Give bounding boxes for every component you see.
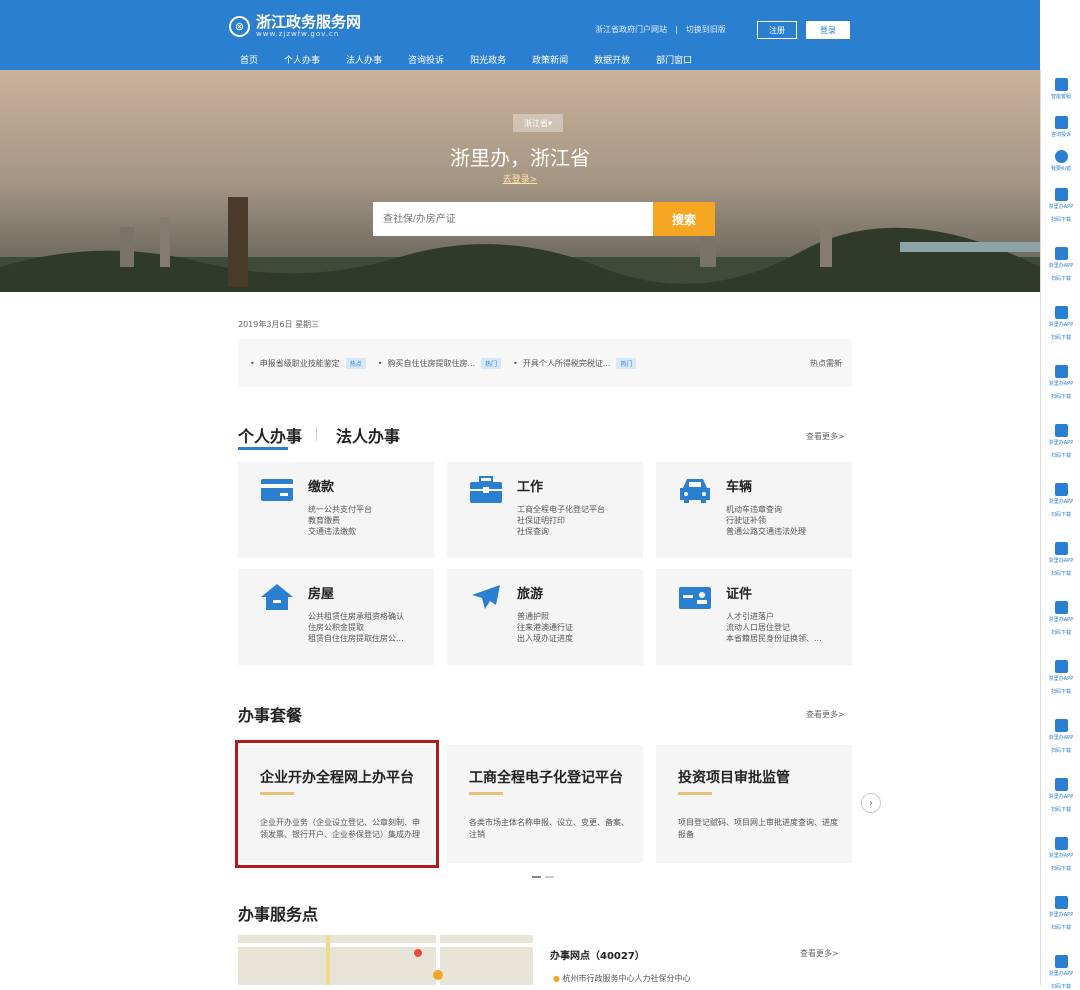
service-card-work[interactable]: 工作 工商全程电子化登记平台 社保证明打印 社保查询: [447, 462, 643, 558]
hero-login-link[interactable]: 去登录>: [0, 172, 1040, 185]
hot-item[interactable]: • 申报省级职业技能鉴定 热点: [250, 357, 366, 369]
service-card-id[interactable]: 证件 人才引进落户 流动人口居住登记 本省籍居民身份证换领、...: [656, 569, 852, 665]
site-logo[interactable]: ⊗ 浙江政务服务网 www.zjzwfw.gov.cn: [229, 14, 361, 38]
service-card-house[interactable]: 房屋 公共租赁住房承租资格确认 住房公积金提取 租赁自住住房提取住房公...: [238, 569, 434, 665]
phone-icon: [1054, 601, 1068, 614]
phone-icon: [1054, 188, 1068, 201]
phone-icon: [1054, 306, 1068, 319]
id-card-icon: [679, 587, 711, 609]
hot-news-link[interactable]: 热点需新: [810, 358, 842, 369]
phone-icon: [1054, 660, 1068, 673]
search-button[interactable]: 搜索: [653, 202, 715, 236]
car-icon: [680, 479, 710, 503]
phone-icon: [1054, 896, 1068, 909]
hero-title: 浙里办，浙江省: [450, 146, 590, 170]
carousel-next-icon[interactable]: ›: [861, 793, 881, 813]
phone-icon: [1054, 424, 1068, 437]
phone-icon: [1054, 365, 1068, 378]
card-payment-icon: [261, 479, 293, 501]
hot-topics-bar: • 申报省级职业技能鉴定 热点 • 购买自住住房提取住房... 热门 • 开具个人所得税完…: [238, 339, 852, 387]
rail-app-download[interactable]: 浙里办APP 扫码下载: [1041, 424, 1080, 459]
packages-more-link[interactable]: 查看更多>: [806, 709, 845, 720]
hot-tag: 热门: [616, 357, 637, 369]
outlets-title: 办事网点（40027）: [550, 951, 645, 962]
rail-correction[interactable]: 我要纠错: [1041, 150, 1080, 172]
rail-app-download[interactable]: 浙里办APP 扫码下载: [1041, 719, 1080, 754]
rail-app-download[interactable]: 浙里办APP 扫码下载: [1041, 837, 1080, 872]
rail-app-download[interactable]: 浙里办APP 扫码下载: [1041, 188, 1080, 223]
service-points-title: 办事服务点: [238, 905, 319, 924]
alert-icon: [1054, 150, 1068, 163]
highlight-box: [235, 740, 439, 868]
package-card[interactable]: 工商全程电子化登记平台 各类市场主体名称申报、设立、变更、备案、注销: [447, 745, 643, 863]
tab-personal[interactable]: 个人办事: [238, 423, 302, 447]
tab-legal[interactable]: 法人办事: [336, 423, 400, 447]
outlets-more-link[interactable]: 查看更多>: [800, 948, 839, 959]
service-card-payment[interactable]: 缴款 统一公共支付平台 教育缴费 交通违法缴款: [238, 462, 434, 558]
services-more-link[interactable]: 查看更多>: [806, 431, 845, 442]
province-selector[interactable]: 浙江省▾: [513, 114, 563, 132]
chat-icon: [1054, 78, 1068, 91]
airplane-icon: [472, 585, 500, 609]
rail-app-download[interactable]: 浙里办APP 扫码下载: [1041, 542, 1080, 577]
hero-banner: 浙江省▾ 浙里办，浙江省 去登录> 搜索: [0, 70, 1040, 292]
service-card-vehicle[interactable]: 车辆 机动车违章查询 行驶证补领 普通公路交通违法处理: [656, 462, 852, 558]
hot-tag: 热点: [345, 357, 366, 369]
phone-icon: [1054, 483, 1068, 496]
package-card[interactable]: 投资项目审批监管 项目登记赋码、项目网上审批进度查询、进度报备: [656, 745, 852, 863]
packages-title: 办事套餐: [238, 706, 303, 725]
old-version-link[interactable]: 切换到旧版: [686, 24, 726, 35]
rail-app-download[interactable]: 浙里办APP 扫码下载: [1041, 306, 1080, 341]
tab-underline: [238, 447, 288, 450]
portal-link[interactable]: 浙江省政府门户网站: [595, 24, 667, 35]
service-map[interactable]: [238, 935, 533, 985]
current-date: 2019年3月6日 星期三: [238, 320, 320, 329]
logo-title: 浙江政务服务网: [256, 13, 362, 31]
top-header: ⊗ 浙江政务服务网 www.zjzwfw.gov.cn 浙江省政府门户网站 | …: [0, 0, 1040, 72]
phone-icon: [1054, 955, 1068, 968]
phone-icon: [1054, 719, 1068, 732]
separator: |: [675, 25, 678, 34]
mail-icon: [1054, 116, 1068, 129]
tab-divider: [316, 427, 317, 441]
rail-app-download[interactable]: 浙里办APP 扫码下载: [1041, 601, 1080, 636]
outlet-item[interactable]: ● 杭州市行政服务中心人力社保分中心: [553, 973, 691, 984]
carousel-dots: [532, 876, 554, 878]
service-card-travel[interactable]: 旅游 普通护照 往来港澳通行证 出入境办证进度: [447, 569, 643, 665]
rail-smart-service[interactable]: 智能客服: [1041, 78, 1080, 100]
briefcase-icon: [470, 476, 502, 503]
right-sidebar: 智能客服 咨询投诉 我要纠错 浙里办APP 扫码下载 浙里办APP 扫码下载 浙里办AP…: [1040, 70, 1080, 990]
rail-complaint[interactable]: 咨询投诉: [1041, 116, 1080, 138]
rail-app-download[interactable]: 浙里办APP 扫码下载: [1041, 247, 1080, 282]
hot-item[interactable]: • 开具个人所得税完税证... 热门: [513, 357, 637, 369]
location-pin-icon: ●: [553, 974, 560, 983]
login-button[interactable]: 登录: [806, 21, 850, 39]
phone-icon: [1054, 247, 1068, 260]
house-icon: [261, 584, 293, 610]
rail-app-download[interactable]: 浙里办APP 扫码下载: [1041, 365, 1080, 400]
logo-icon: ⊗: [229, 15, 250, 37]
rail-app-download[interactable]: 浙里办APP 扫码下载: [1041, 896, 1080, 931]
register-button[interactable]: 注册: [757, 21, 797, 39]
rail-app-download[interactable]: 浙里办APP 扫码下载: [1041, 660, 1080, 695]
hot-item[interactable]: • 购买自住住房提取住房... 热门: [378, 357, 502, 369]
phone-icon: [1054, 542, 1068, 555]
logo-subtitle: www.zjzwfw.gov.cn: [256, 30, 340, 38]
phone-icon: [1054, 778, 1068, 791]
phone-icon: [1054, 837, 1068, 850]
hot-tag: 热门: [481, 357, 502, 369]
search-input[interactable]: [373, 202, 653, 236]
rail-app-download[interactable]: 浙里办APP 扫码下载: [1041, 483, 1080, 518]
rail-app-download[interactable]: 浙里办APP 扫码下载: [1041, 778, 1080, 813]
